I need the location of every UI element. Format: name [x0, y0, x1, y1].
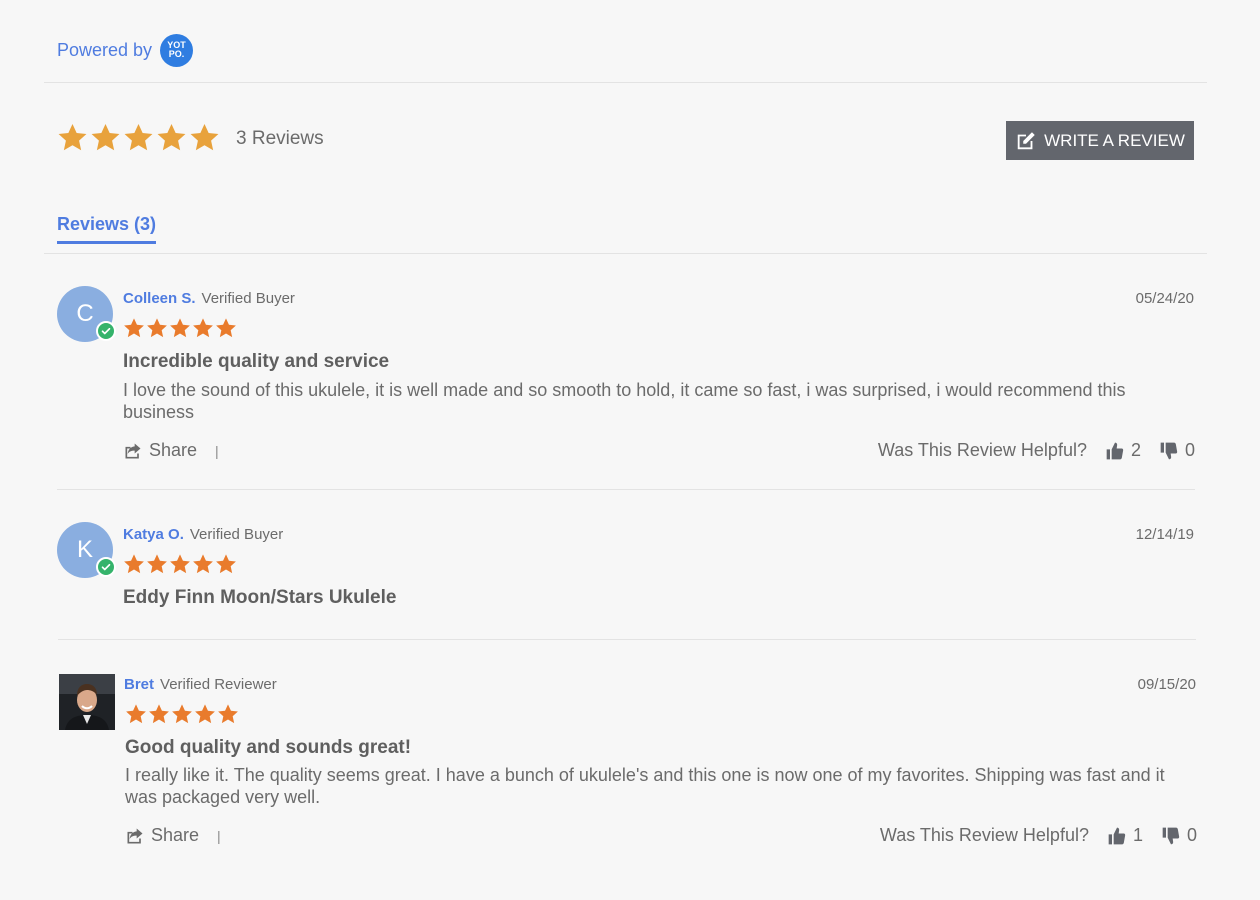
powered-by-label: Powered by [57, 39, 153, 60]
review-title: Eddy Finn Moon/Stars Ukulele [123, 587, 397, 608]
yotpo-logo-icon: YOT PO. [160, 33, 194, 67]
reviewer-name[interactable]: Bret [124, 676, 154, 693]
share-button[interactable]: Share | [125, 825, 221, 846]
thumbs-up-icon [1105, 441, 1125, 461]
star-icon [123, 122, 154, 153]
thumbs-up-count: 1 [1132, 825, 1143, 845]
thumbs-up-button[interactable]: 1 [1107, 825, 1143, 846]
thumbs-down-count: 0 [1186, 825, 1197, 845]
tabs-divider [44, 253, 1207, 254]
star-icon [57, 122, 88, 153]
star-icon [148, 703, 170, 725]
reviewer-photo-icon [59, 674, 115, 730]
verified-badge: Verified Buyer [189, 526, 284, 543]
tab-reviews[interactable]: Reviews (3) [57, 214, 157, 244]
star-icon [217, 703, 239, 725]
edit-icon [1017, 131, 1035, 149]
verified-check-icon [96, 321, 116, 341]
thumbs-down-button[interactable]: 0 [1161, 825, 1197, 846]
star-icon [123, 553, 145, 575]
star-icon [189, 122, 220, 153]
separator: | [215, 442, 219, 459]
star-icon [125, 703, 147, 725]
star-icon [90, 122, 121, 153]
review-stars [123, 317, 237, 339]
helpful-section: Was This Review Helpful? 2 0 [878, 440, 1195, 461]
star-icon [171, 703, 193, 725]
star-icon [169, 553, 191, 575]
review-count[interactable]: 3 Reviews [236, 128, 324, 150]
review-divider [58, 639, 1196, 640]
divider [44, 82, 1207, 83]
share-button[interactable]: Share | [123, 440, 219, 461]
star-icon [192, 553, 214, 575]
helpful-label: Was This Review Helpful? [879, 825, 1089, 845]
reviewer-name[interactable]: Colleen S. [123, 290, 196, 307]
thumbs-up-button[interactable]: 2 [1105, 440, 1141, 461]
avatar-initial: C [76, 300, 94, 327]
reviewer-line: Colleen S. Verified Buyer [123, 290, 295, 307]
star-icon [192, 317, 214, 339]
star-icon [194, 703, 216, 725]
thumbs-down-button[interactable]: 0 [1159, 440, 1195, 461]
review-body: I really like it. The quality seems grea… [125, 765, 1165, 807]
review-date: 12/14/19 [1135, 526, 1194, 543]
verified-check-icon [96, 557, 116, 577]
reviewer-line: Katya O. Verified Buyer [123, 526, 283, 543]
average-rating-stars [57, 122, 220, 153]
share-label: Share [149, 440, 198, 460]
verified-badge: Verified Buyer [201, 290, 295, 307]
share-icon [125, 826, 145, 846]
thumbs-up-count: 2 [1130, 440, 1141, 460]
reviewer-photo [59, 674, 115, 730]
star-icon [123, 317, 145, 339]
separator: | [217, 827, 221, 844]
verified-badge: Verified Reviewer [160, 676, 277, 693]
review-title: Incredible quality and service [123, 351, 390, 372]
thumbs-down-count: 0 [1184, 440, 1195, 460]
review-title: Good quality and sounds great! [125, 737, 412, 758]
yotpo-logo-text: YOT PO. [167, 40, 186, 59]
write-review-button[interactable]: WRITE A REVIEW [1006, 121, 1194, 160]
powered-by[interactable]: Powered by YOT PO. [57, 33, 194, 67]
thumbs-down-icon [1161, 826, 1181, 846]
helpful-section: Was This Review Helpful? 1 0 [880, 825, 1197, 846]
share-icon [123, 441, 143, 461]
review-date: 05/24/20 [1135, 290, 1194, 307]
reviewer-line: Bret Verified Reviewer [124, 676, 277, 693]
review-body: I love the sound of this ukulele, it is … [123, 380, 1126, 422]
thumbs-up-icon [1107, 826, 1127, 846]
review-stars [123, 553, 237, 575]
write-review-label: WRITE A REVIEW [1044, 130, 1185, 150]
star-icon [156, 122, 187, 153]
share-label: Share [151, 825, 200, 845]
star-icon [215, 317, 237, 339]
review-date: 09/15/20 [1137, 676, 1196, 693]
avatar-initial: K [76, 536, 93, 563]
helpful-label: Was This Review Helpful? [877, 440, 1087, 460]
review-divider [57, 489, 1195, 490]
review-stars [125, 703, 239, 725]
reviewer-name[interactable]: Katya O. [123, 526, 184, 543]
star-icon [146, 553, 168, 575]
star-icon [146, 317, 168, 339]
star-icon [169, 317, 191, 339]
star-icon [215, 553, 237, 575]
thumbs-down-icon [1159, 441, 1179, 461]
